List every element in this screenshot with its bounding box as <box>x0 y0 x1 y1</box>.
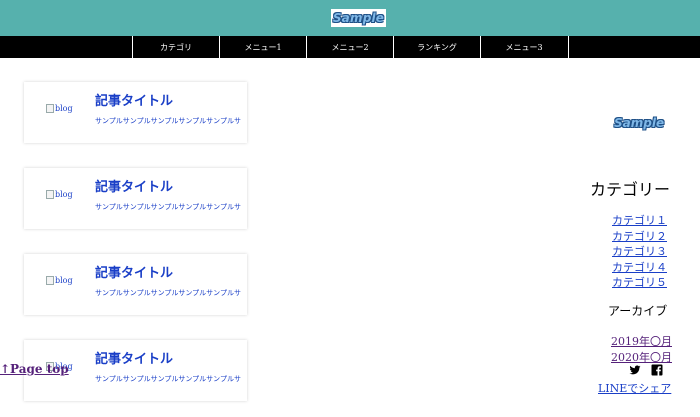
nav-item-ranking[interactable]: ランキング <box>393 36 480 58</box>
broken-image-icon <box>46 276 54 285</box>
article-excerpt: サンプルサンプルサンプルサンプルサンプルサ <box>95 375 241 383</box>
category-link[interactable]: カテゴリ４ <box>612 259 667 275</box>
thumbnail-alt-text: blog <box>55 104 73 113</box>
category-link[interactable]: カテゴリ１ <box>612 212 667 228</box>
category-link[interactable]: カテゴリ２ <box>612 228 667 244</box>
category-link[interactable]: カテゴリ３ <box>612 243 667 259</box>
article-card[interactable]: blog 記事タイトル サンプルサンプルサンプルサンプルサンプルサ <box>24 82 247 143</box>
page-top-link[interactable]: ↑Page top <box>0 362 69 376</box>
sidebar-logo[interactable]: Sample <box>614 116 664 130</box>
archive-heading: アーカイブ <box>608 304 668 318</box>
article-title[interactable]: 記事タイトル <box>95 348 173 367</box>
article-excerpt: サンプルサンプルサンプルサンプルサンプルサ <box>95 203 241 211</box>
site-header: Sample <box>0 0 700 36</box>
article-title[interactable]: 記事タイトル <box>95 90 173 109</box>
main-nav: カテゴリ メニュー1 メニュー2 ランキング メニュー3 <box>0 36 700 58</box>
article-card[interactable]: blog 記事タイトル サンプルサンプルサンプルサンプルサンプルサ <box>24 254 247 315</box>
archive-link[interactable]: 2020年〇月 <box>611 349 672 365</box>
nav-item-menu1[interactable]: メニュー1 <box>219 36 306 58</box>
article-title[interactable]: 記事タイトル <box>95 176 173 195</box>
article-excerpt: サンプルサンプルサンプルサンプルサンプルサ <box>95 117 241 125</box>
broken-image-icon <box>46 190 54 199</box>
article-thumbnail[interactable]: blog <box>46 190 73 199</box>
archive-link[interactable]: 2019年〇月 <box>611 333 672 349</box>
facebook-icon[interactable] <box>651 364 663 376</box>
site-logo[interactable]: Sample <box>331 9 386 27</box>
category-link[interactable]: カテゴリ５ <box>612 274 667 290</box>
thumbnail-alt-text: blog <box>55 190 73 199</box>
nav-item-menu3[interactable]: メニュー3 <box>480 36 567 58</box>
nav-item-menu2[interactable]: メニュー2 <box>306 36 393 58</box>
article-card[interactable]: blog 記事タイトル サンプルサンプルサンプルサンプルサンプルサ <box>24 168 247 229</box>
nav-divider <box>568 36 569 58</box>
category-heading: カテゴリー <box>590 180 671 199</box>
article-thumbnail[interactable]: blog <box>46 104 73 113</box>
article-thumbnail[interactable]: blog <box>46 276 73 285</box>
broken-image-icon <box>46 104 54 113</box>
line-share-link[interactable]: LINEでシェア <box>598 380 671 396</box>
nav-item-category[interactable]: カテゴリ <box>132 36 219 58</box>
article-excerpt: サンプルサンプルサンプルサンプルサンプルサ <box>95 289 241 297</box>
twitter-icon[interactable] <box>629 364 641 376</box>
article-title[interactable]: 記事タイトル <box>95 262 173 281</box>
thumbnail-alt-text: blog <box>55 276 73 285</box>
